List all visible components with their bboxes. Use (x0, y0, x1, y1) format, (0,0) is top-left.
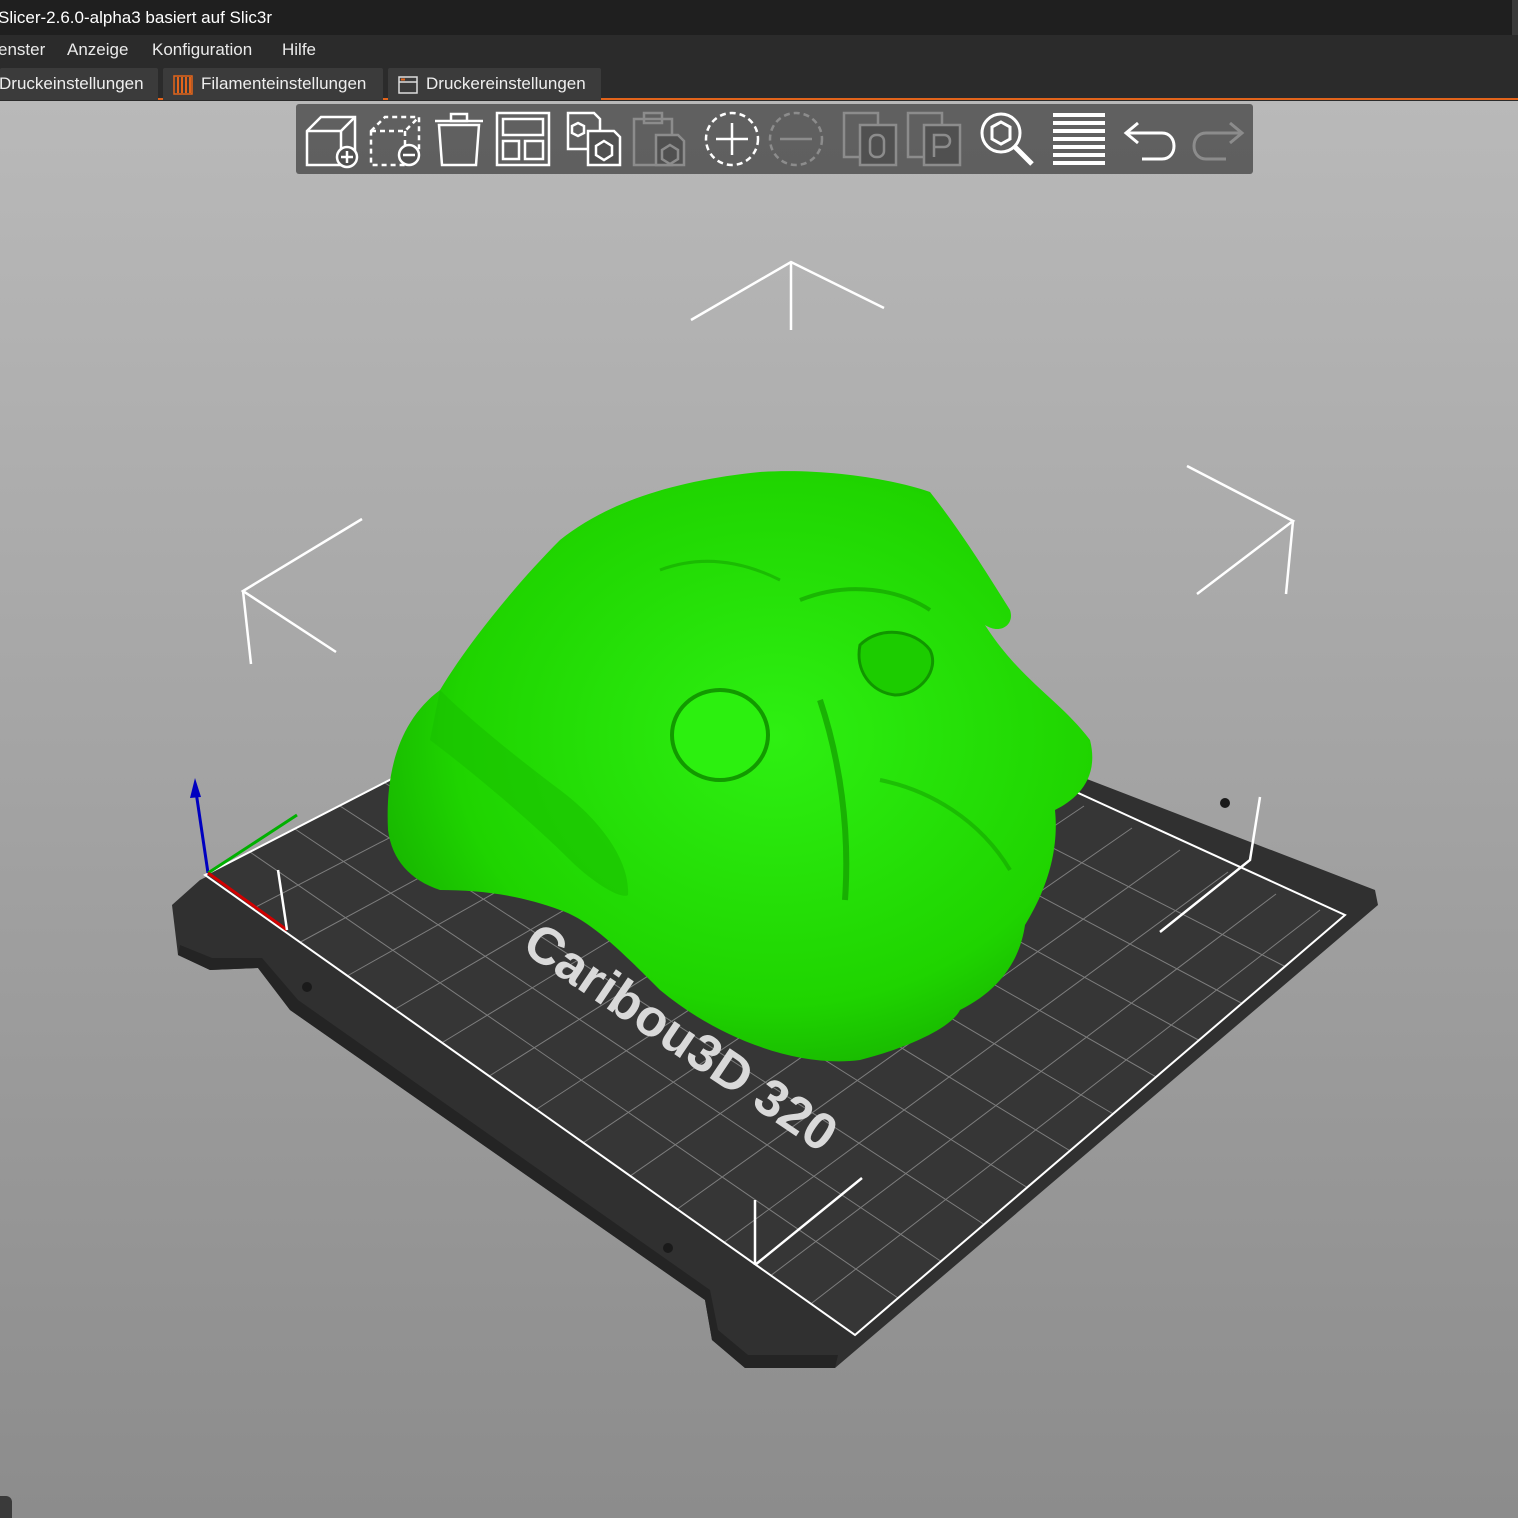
printer-settings-icon (398, 74, 418, 94)
tab-filament-settings-label: Filamenteinstellungen (201, 74, 367, 93)
trash-icon (435, 112, 483, 167)
cube-remove-icon (369, 115, 421, 167)
menu-configuration[interactable]: Konfiguration (152, 35, 252, 65)
paste-icon (632, 111, 686, 167)
layers-editing-button[interactable] (1049, 109, 1109, 169)
redo-icon (1192, 121, 1245, 161)
paste-button[interactable] (628, 109, 688, 169)
menu-view[interactable]: Anzeige (67, 35, 128, 65)
plus-circle-icon (704, 111, 760, 167)
search-icon (980, 112, 1034, 166)
add-instance-button[interactable] (702, 109, 762, 169)
copy-button[interactable] (564, 109, 624, 169)
copy-icon (566, 111, 622, 167)
arrange-icon (495, 111, 551, 167)
window-titlebar: Slicer-2.6.0-alpha3 basiert auf Slic3r (0, 0, 1518, 35)
tab-bar: Druckeinstellungen Filamenteinstellungen… (0, 65, 1518, 100)
redo-button[interactable] (1186, 109, 1246, 169)
window-edge (1512, 0, 1518, 35)
menu-window[interactable]: enster (0, 35, 45, 65)
remove-instance-button[interactable] (766, 109, 826, 169)
delete-all-button[interactable] (429, 109, 489, 169)
menu-help[interactable]: Hilfe (282, 35, 316, 65)
sidebar-collapse-handle[interactable] (0, 1496, 12, 1518)
filament-spool-icon (173, 74, 193, 95)
layers-icon (1053, 113, 1105, 165)
minus-circle-icon (768, 111, 824, 167)
split-parts-button[interactable] (904, 109, 964, 169)
3d-scene[interactable]: Caribou3D 320 (0, 101, 1518, 1518)
add-object-button[interactable] (301, 109, 361, 169)
split-parts-icon (906, 111, 962, 167)
window-title: Slicer-2.6.0-alpha3 basiert auf Slic3r (0, 8, 273, 27)
tab-printer-settings[interactable]: Druckereinstellungen (388, 68, 601, 100)
cube-add-icon (305, 115, 359, 169)
menubar: enster Anzeige Konfiguration Hilfe (0, 35, 1518, 65)
tab-print-settings-label: Druckeinstellungen (0, 74, 144, 93)
tab-print-settings[interactable]: Druckeinstellungen (0, 68, 158, 100)
undo-icon (1123, 121, 1176, 161)
search-button[interactable] (977, 109, 1037, 169)
tab-printer-settings-label: Druckereinstellungen (426, 74, 586, 93)
delete-button[interactable] (365, 109, 425, 169)
split-objects-button[interactable] (840, 109, 900, 169)
undo-button[interactable] (1122, 109, 1182, 169)
3d-viewport[interactable]: Caribou3D 320 (0, 101, 1518, 1518)
arrange-button[interactable] (493, 109, 553, 169)
main-toolbar (296, 104, 1253, 174)
tab-filament-settings[interactable]: Filamenteinstellungen (163, 68, 383, 100)
split-objects-icon (842, 111, 898, 167)
